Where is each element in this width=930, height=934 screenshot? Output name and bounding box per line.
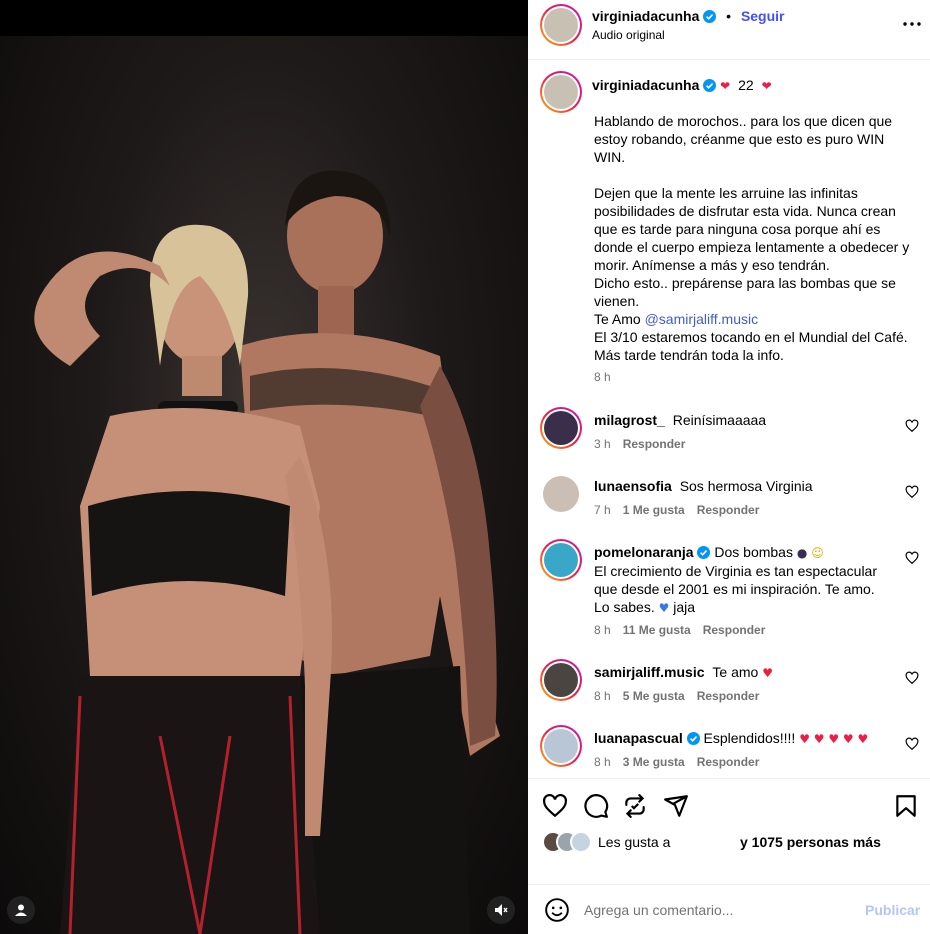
post-side-panel: virginiadacunha • Seguir Audio original … [528, 0, 930, 934]
liker-avatar [570, 831, 592, 853]
likers-avatars [542, 831, 594, 853]
heart-icon[interactable] [542, 793, 568, 819]
star-struck-emoji-icon: ☺ [811, 546, 824, 560]
mute-toggle-button[interactable] [487, 896, 515, 924]
likes-count[interactable]: y 1075 personas más [740, 834, 881, 850]
comment-time: 3 h [594, 437, 611, 451]
comment-line: milagrost_ Reinísimaaaaa [594, 411, 894, 429]
comment-time: 8 h [594, 689, 611, 703]
comment-username[interactable]: lunaensofia [594, 478, 672, 494]
caption-author-avatar[interactable] [540, 71, 582, 113]
comment-username[interactable]: luanapascual [594, 730, 683, 746]
reply-button[interactable]: Responder [697, 689, 760, 703]
comment-avatar[interactable] [540, 539, 582, 581]
comment-time: 7 h [594, 503, 611, 517]
follow-button[interactable]: Seguir [741, 8, 785, 24]
comment-icon[interactable] [583, 793, 609, 819]
comment-like-count[interactable]: 5 Me gusta [623, 689, 685, 703]
comment-avatar[interactable] [540, 473, 582, 515]
comment-text-continued: El crecimiento de Virginia es tan espect… [594, 563, 878, 615]
comment-username[interactable]: milagrost_ [594, 412, 665, 428]
comment-line: samirjaliff.music Te amo ♥ [594, 663, 894, 682]
verified-badge-icon [686, 732, 700, 745]
reply-button[interactable]: Responder [697, 755, 760, 769]
like-comment-heart-icon[interactable] [905, 737, 919, 751]
comment-text: Sos hermosa Virginia [679, 478, 813, 494]
post-header: virginiadacunha • Seguir Audio original [528, 0, 930, 60]
comment-line: pomelonaranja Dos bombas ● ☺ El crecimie… [594, 543, 894, 617]
caption-text-part-2: El 3/10 estaremos tocando en el Mundial … [594, 329, 908, 363]
comment-text: Reinísimaaaaa [672, 412, 767, 428]
speaker-muted-icon [495, 904, 508, 916]
comment-text: Te amo [712, 664, 759, 680]
comment-meta: 8 h 11 Me gusta Responder [594, 623, 777, 637]
comment-username[interactable]: samirjaliff.music [594, 664, 705, 680]
audio-label[interactable]: Audio original [592, 28, 665, 42]
heart-emoji-icon: ❤ [761, 79, 772, 93]
comment-like-count[interactable]: 3 Me gusta [623, 755, 685, 769]
author-line: virginiadacunha • Seguir [592, 8, 785, 24]
heart-emoji-icon: ❤ [720, 79, 731, 93]
comment-time: 8 h [594, 623, 611, 637]
repost-icon[interactable] [622, 793, 648, 819]
comment-text-end: jaja [673, 599, 696, 615]
caption-text: Hablando de morochos.. para los que dice… [594, 112, 914, 364]
like-comment-heart-icon[interactable] [905, 551, 919, 565]
caption-author-line: virginiadacunha ❤ 22 ❤ [592, 77, 772, 93]
comment-like-count[interactable]: 11 Me gusta [623, 623, 691, 637]
comment-meta: 8 h 3 Me gusta Responder [594, 755, 771, 769]
verified-badge-icon [697, 546, 711, 559]
verified-badge-icon [703, 10, 717, 23]
heart-emoji-row-icon: ♥ ♥ ♥ ♥ ♥ [799, 732, 869, 746]
caption-timestamp: 8 h [594, 370, 611, 384]
comment-avatar[interactable] [540, 407, 582, 449]
reply-button[interactable]: Responder [623, 437, 686, 451]
share-icon[interactable] [663, 793, 689, 819]
comment-meta: 7 h 1 Me gusta Responder [594, 503, 771, 517]
reply-button[interactable]: Responder [703, 623, 766, 637]
post-media[interactable] [0, 0, 528, 934]
comments-scroll-area[interactable]: virginiadacunha ❤ 22 ❤ Hablando de moroc… [528, 61, 930, 778]
comment-time: 8 h [594, 755, 611, 769]
like-comment-heart-icon[interactable] [905, 419, 919, 433]
add-comment-bar: Publicar [528, 884, 930, 934]
comment-avatar[interactable] [540, 659, 582, 701]
comment-line: luanapascual Esplendidos!!!! ♥ ♥ ♥ ♥ ♥ [594, 729, 894, 748]
comment-avatar[interactable] [540, 725, 582, 767]
comment-text: Dos bombas [714, 544, 793, 560]
bomb-emoji-icon: ● [796, 546, 808, 560]
likes-prefix: Les gusta a [598, 834, 671, 850]
post-photo [0, 36, 528, 934]
caption-mention-link[interactable]: @samirjaliff.music [645, 311, 759, 327]
bookmark-icon[interactable] [893, 793, 919, 819]
separator-dot: • [726, 8, 732, 24]
blue-heart-emoji-icon: ♥ [658, 601, 670, 615]
post-actions: Les gusta a y 1075 personas más [528, 778, 930, 884]
more-horizontal-icon[interactable] [900, 14, 924, 34]
like-comment-heart-icon[interactable] [905, 671, 919, 685]
comment-meta: 8 h 5 Me gusta Responder [594, 689, 771, 703]
comment-line: lunaensofia Sos hermosa Virginia [594, 477, 894, 495]
author-avatar[interactable] [540, 4, 582, 46]
comment-meta: 3 h Responder [594, 437, 697, 451]
verified-badge-icon [703, 79, 717, 92]
caption-text-part-1: Hablando de morochos.. para los que dice… [594, 113, 910, 327]
tagged-users-button[interactable] [7, 896, 35, 924]
comment-input[interactable] [584, 899, 844, 921]
publish-button[interactable]: Publicar [865, 902, 920, 918]
photo-illustration [34, 170, 500, 934]
caption-username[interactable]: virginiadacunha [592, 77, 699, 93]
heart-emoji-icon: ♥ [762, 666, 773, 680]
comment-username[interactable]: pomelonaranja [594, 544, 694, 560]
emoji-icon[interactable] [544, 897, 570, 923]
author-username[interactable]: virginiadacunha [592, 8, 699, 24]
user-tag-icon [15, 904, 27, 916]
comment-text: Esplendidos!!!! [703, 730, 796, 746]
caption-badge-count: 22 [738, 77, 754, 93]
comment-like-count[interactable]: 1 Me gusta [623, 503, 685, 517]
like-comment-heart-icon[interactable] [905, 485, 919, 499]
reply-button[interactable]: Responder [697, 503, 760, 517]
